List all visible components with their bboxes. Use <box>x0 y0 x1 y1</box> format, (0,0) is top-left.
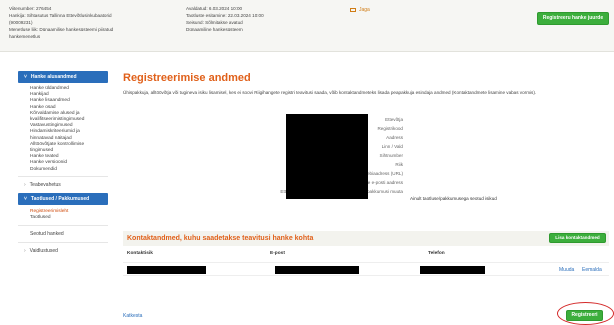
column-phone: Telefon <box>428 251 445 256</box>
system-type: Dünaamiline hankesüsteem <box>186 27 243 32</box>
contacts-header: Kontaktandmed, kuhu saadetakse teavitusi… <box>123 231 609 246</box>
mail-icon <box>350 8 356 12</box>
procedure-type-cont: hankemenetlus <box>9 34 41 39</box>
status: Seisund: Sõlmitakse avatud <box>186 20 243 25</box>
sidebar-item[interactable]: Dokumendid <box>30 167 108 173</box>
contracting-authority: Hankija: Sihtasutus Tallinna Ettevõtlusi… <box>9 13 112 18</box>
chevron-right-icon: › <box>24 181 26 188</box>
table-row: Muuda Eemalda <box>123 262 609 276</box>
contacts-title: Kontaktandmed, kuhu saadetakse teavitusi… <box>127 235 314 242</box>
redacted-contact-email <box>275 266 359 274</box>
redacted-contact-name <box>127 266 206 274</box>
register-to-procurement-button[interactable]: Registreeru hanke juurde <box>537 12 609 25</box>
edit-contact-link[interactable]: Muuda <box>559 267 574 273</box>
consent-value: Ainult taotluse/pakkumusega seotud isiku… <box>410 196 497 201</box>
country-label: Riik <box>395 162 403 167</box>
sidebar-section-applications[interactable]: ˅ Taotlused / Pakkumused <box>18 192 108 205</box>
sidebar: ˅ Hanke alusandmed Hanke üldandmed Hankij… <box>18 71 108 259</box>
column-email: E-post <box>270 251 285 256</box>
registry-code-label: Registrikood <box>377 126 403 131</box>
procurement-info-right: Avaldatud: 6.03.2024 10:00 Taotluste esi… <box>186 5 336 33</box>
share-link[interactable]: Jaga <box>350 7 370 13</box>
sidebar-section-disputes[interactable]: › Vaidlustused <box>18 242 108 259</box>
redacted-company-details <box>286 114 368 199</box>
remove-contact-link[interactable]: Eemalda <box>582 267 602 273</box>
submission-deadline: Taotluste esitamine: 22.03.2024 10:00 <box>186 13 264 18</box>
address-label: Aadress <box>386 135 403 140</box>
chevron-down-icon: ˅ <box>24 74 27 80</box>
page-title: Registreerimise andmed <box>123 72 251 84</box>
sidebar-section-communication[interactable]: › Teabevahetus <box>18 175 108 193</box>
chevron-down-icon: ˅ <box>24 195 27 202</box>
procurement-header: Viitenumber: 276454 Hankija: Sihtasutus … <box>0 0 614 52</box>
company-label: Ettevõtja <box>385 117 403 122</box>
sidebar-item-applications[interactable]: Taotlused <box>30 215 108 221</box>
authority-code: (90009231) <box>9 20 33 25</box>
sidebar-section1-items: Hanke üldandmed Hankijad Hanke lisaandme… <box>18 83 108 176</box>
sidebar-section3-items: Registreerimisleht Taotlused <box>18 205 108 225</box>
redacted-contact-phone <box>420 266 485 274</box>
procurement-info-left: Viitenumber: 276454 Hankija: Sihtasutus … <box>9 5 169 40</box>
city-label: Linn / Vald <box>381 144 403 149</box>
highlight-annotation <box>557 302 614 325</box>
published-date: Avaldatud: 6.03.2024 10:00 <box>186 6 243 11</box>
postal-code-label: Sihtnumber <box>379 153 404 158</box>
main-content: Registreerimise andmed Ühispakkuja, allt… <box>123 72 609 201</box>
chevron-right-icon: › <box>24 248 26 255</box>
contacts-table-header: Kontaktisik E-post Telefon <box>123 250 609 258</box>
sidebar-section-procurement-basics[interactable]: ˅ Hanke alusandmed <box>18 71 108 83</box>
reference-number: Viitenumber: 276454 <box>9 6 52 11</box>
intro-text: Ühispakkuja, alltöövõtja või tugineva is… <box>123 90 537 95</box>
add-contact-button[interactable]: Lisa kontaktandmed <box>549 233 606 243</box>
column-contact-person: Kontaktisik <box>127 251 153 256</box>
share-label: Jaga <box>359 7 370 13</box>
sidebar-section-related[interactable]: Seotud hanked <box>18 225 108 242</box>
cancel-link[interactable]: Katkesta <box>123 313 142 319</box>
procedure-type: Menetluse liik: Dünaamilise hankesüsteem… <box>9 27 114 32</box>
